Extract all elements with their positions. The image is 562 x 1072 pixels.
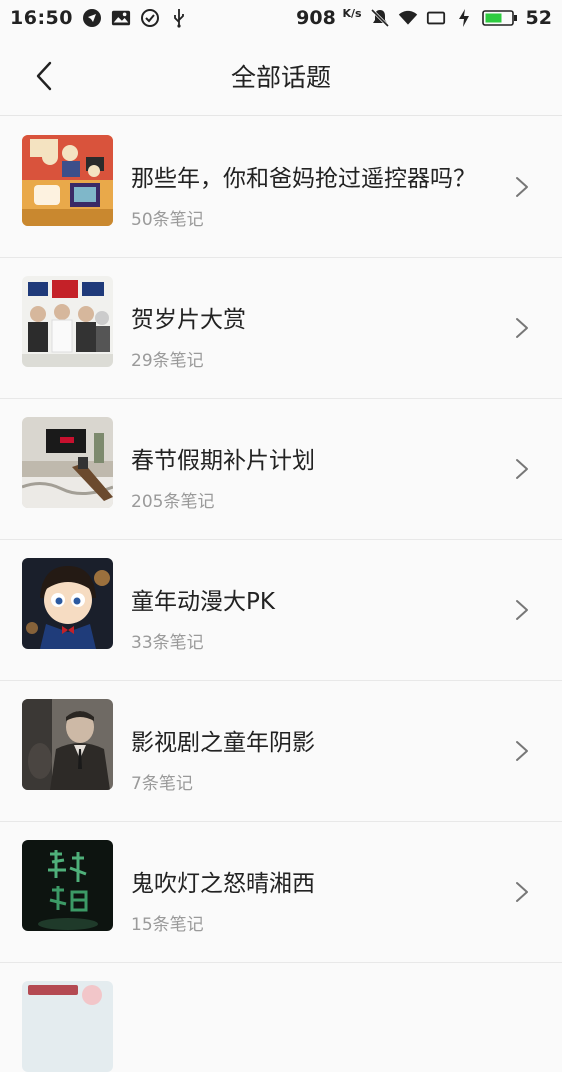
topic-title: 童年动漫大PK	[131, 589, 275, 615]
nav-header: 全部话题	[0, 36, 562, 116]
status-time: 16:50	[10, 7, 73, 29]
chevron-right-icon	[516, 318, 528, 338]
topic-title: 影视剧之童年阴影	[131, 730, 315, 756]
mute-icon	[370, 8, 390, 28]
check-circle-icon	[140, 8, 160, 28]
chevron-right-icon	[516, 741, 528, 761]
topic-thumbnail	[22, 276, 113, 367]
battery-icon	[481, 8, 518, 28]
wifi-icon	[398, 8, 418, 28]
topic-thumbnail	[22, 981, 113, 1072]
topic-thumbnail	[22, 699, 113, 790]
topic-note-count: 29条笔记	[131, 351, 204, 371]
screen-icon	[426, 8, 446, 28]
topic-row[interactable]: 那些年，你和爸妈抢过遥控器吗？ 50条笔记	[0, 117, 562, 258]
topic-note-count: 15条笔记	[131, 915, 204, 935]
network-speed: 908 K/s	[296, 7, 362, 29]
chevron-right-icon	[516, 459, 528, 479]
image-notification-icon	[111, 8, 131, 28]
topic-note-count: 33条笔记	[131, 633, 204, 653]
topic-note-count: 7条笔记	[131, 774, 193, 794]
topic-thumbnail	[22, 840, 113, 931]
topic-row[interactable]: 鬼吹灯之怒晴湘西 15条笔记	[0, 822, 562, 963]
topic-note-count: 50条笔记	[131, 210, 204, 230]
topic-thumbnail	[22, 558, 113, 649]
battery-level: 52	[525, 7, 552, 29]
charging-icon	[454, 8, 474, 28]
topic-row[interactable]: 影视剧之童年阴影 7条笔记	[0, 681, 562, 822]
topic-row[interactable]: 童年动漫大PK 33条笔记	[0, 540, 562, 681]
chevron-right-icon	[516, 177, 528, 197]
topic-title: 鬼吹灯之怒晴湘西	[131, 871, 315, 897]
usb-icon	[169, 8, 189, 28]
topic-thumbnail	[22, 417, 113, 508]
topic-title: 春节假期补片计划	[131, 448, 315, 474]
page-title: 全部话题	[230, 63, 331, 92]
topic-row[interactable]	[0, 963, 562, 1072]
status-bar: 16:50 908 K/s 52	[0, 0, 562, 36]
topic-list: 那些年，你和爸妈抢过遥控器吗？ 50条笔记 贺岁片大赏 29条笔记 春节假期补片…	[0, 117, 562, 1072]
topic-row[interactable]: 贺岁片大赏 29条笔记	[0, 258, 562, 399]
topic-thumbnail	[22, 135, 113, 226]
chevron-right-icon	[516, 882, 528, 902]
topic-title: 那些年，你和爸妈抢过遥控器吗？	[131, 166, 476, 192]
topic-note-count: 205条笔记	[131, 492, 215, 512]
app-notification-icon	[82, 8, 102, 28]
topic-row[interactable]: 春节假期补片计划 205条笔记	[0, 399, 562, 540]
chevron-right-icon	[516, 600, 528, 620]
topic-title: 贺岁片大赏	[131, 307, 246, 333]
